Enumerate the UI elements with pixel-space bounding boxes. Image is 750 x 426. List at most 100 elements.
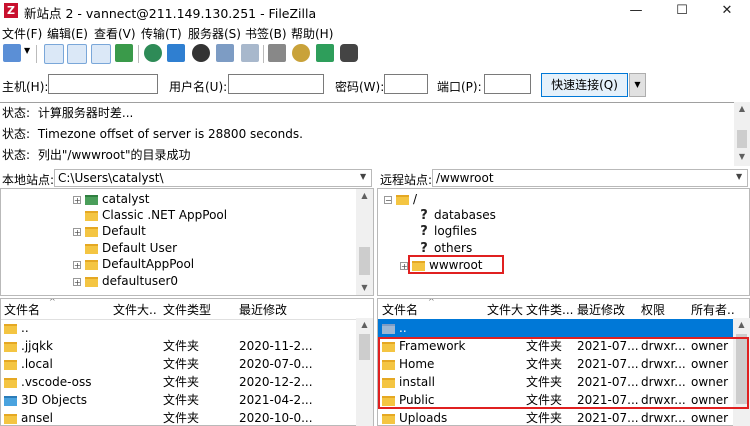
file-name-cell: ansel: [4, 409, 109, 425]
menu-bookmarks[interactable]: 书签(B): [245, 25, 287, 42]
message-log: 状态: 计算服务器时差... 状态: Timezone offset of se…: [0, 102, 734, 167]
scrollbar-thumb[interactable]: [359, 334, 370, 360]
tree-item[interactable]: ? logfiles: [418, 223, 477, 239]
column-header-permissions[interactable]: 权限: [641, 301, 681, 318]
file-modified: 2021-04-2...: [239, 393, 313, 407]
table-row[interactable]: ..: [1, 319, 357, 337]
collapse-icon[interactable]: −: [384, 195, 392, 204]
password-label: 密码(W):: [335, 80, 385, 94]
menu-help[interactable]: 帮助(H): [291, 25, 333, 42]
table-row[interactable]: .local 文件夹 2020-07-0...: [1, 355, 357, 373]
folder-icon: [396, 194, 409, 205]
column-header-owner[interactable]: 所有者...: [691, 301, 735, 318]
scroll-down-icon[interactable]: ▼: [734, 152, 750, 161]
remote-path-dropdown-icon[interactable]: ▼: [736, 172, 742, 181]
scrollbar-thumb[interactable]: [359, 247, 370, 275]
toggle-local-tree-icon[interactable]: [67, 44, 87, 64]
disconnect-icon[interactable]: [216, 44, 234, 62]
tree-item[interactable]: ? databases: [418, 207, 496, 223]
column-header-type[interactable]: 文件类...: [526, 301, 574, 318]
folder-icon: [85, 276, 98, 287]
menu-edit[interactable]: 编辑(E): [47, 25, 88, 42]
local-path-dropdown-icon[interactable]: ▼: [360, 172, 366, 181]
local-path-input[interactable]: C:\Users\catalyst\: [54, 169, 372, 187]
quickconnect-button[interactable]: 快速连接(Q): [541, 73, 628, 97]
log-label: 状态:: [2, 106, 31, 120]
scrollbar-thumb[interactable]: [737, 130, 747, 148]
unknown-folder-icon: ?: [420, 208, 428, 223]
filter-icon[interactable]: [268, 44, 286, 62]
reconnect-icon[interactable]: [241, 44, 259, 62]
table-row[interactable]: 3D Objects 文件夹 2021-04-2...: [1, 391, 357, 409]
file-name: 3D Objects: [21, 393, 88, 407]
toggle-queue-icon[interactable]: [115, 44, 133, 62]
port-input[interactable]: [484, 74, 531, 94]
remote-path-input[interactable]: /wwwroot: [432, 169, 748, 187]
table-row[interactable]: Uploads 文件夹 2021-07...drwxr... owner ...: [378, 409, 734, 425]
tree-item[interactable]: + defaultuser0: [73, 273, 178, 289]
column-header-size[interactable]: 文件大...: [487, 301, 523, 318]
scroll-up-icon[interactable]: ▲: [356, 320, 373, 329]
table-row[interactable]: .vscode-oss 文件夹 2020-12-2...: [1, 373, 357, 391]
expand-icon[interactable]: +: [73, 227, 81, 236]
toggle-log-icon[interactable]: [44, 44, 64, 64]
scroll-up-icon[interactable]: ▲: [734, 104, 750, 113]
expand-icon[interactable]: +: [73, 260, 81, 269]
close-button[interactable]: ✕: [704, 0, 750, 22]
expand-icon[interactable]: +: [73, 277, 81, 286]
menu-file[interactable]: 文件(F): [2, 25, 42, 42]
sort-ascending-icon: ^: [49, 298, 56, 306]
log-scrollbar[interactable]: ▲ ▼: [734, 102, 750, 166]
tree-item[interactable]: + Default: [73, 223, 146, 239]
column-header-size[interactable]: 文件大...: [113, 301, 157, 318]
folder-icon: [85, 226, 98, 237]
refresh-icon[interactable]: [144, 44, 162, 62]
scroll-up-icon[interactable]: ▲: [356, 191, 373, 200]
compare-icon[interactable]: [292, 44, 310, 62]
tree-item[interactable]: + DefaultAppPool: [73, 256, 194, 272]
user-input[interactable]: [228, 74, 324, 94]
host-input[interactable]: [48, 74, 158, 94]
table-row[interactable]: .jjqkk 文件夹 2020-11-2...: [1, 337, 357, 355]
password-input[interactable]: [384, 74, 428, 94]
remote-site-label: 远程站点:: [380, 173, 433, 187]
highlight-box-wwwroot: [408, 255, 504, 274]
column-header-modified[interactable]: 最近修改: [577, 301, 637, 318]
tree-item[interactable]: ? others: [418, 240, 472, 256]
cancel-icon[interactable]: [192, 44, 210, 62]
menu-transfer[interactable]: 传输(T): [141, 25, 182, 42]
tree-item-label: defaultuser0: [102, 274, 179, 288]
menu-server[interactable]: 服务器(S): [188, 25, 241, 42]
site-manager-icon[interactable]: [3, 44, 21, 62]
menu-view[interactable]: 查看(V): [94, 25, 136, 42]
file-modified: 2021-07...: [577, 411, 639, 425]
toggle-remote-tree-icon[interactable]: [91, 44, 111, 64]
table-row[interactable]: ..: [378, 319, 734, 337]
tree-item[interactable]: + catalyst: [73, 191, 149, 207]
toolbar-separator: [36, 45, 37, 63]
column-header-type[interactable]: 文件类型: [163, 301, 231, 318]
expand-icon[interactable]: +: [73, 195, 81, 204]
log-text: 列出"/wwwroot"的目录成功: [37, 148, 191, 162]
local-tree-scrollbar[interactable]: ▲ ▼: [356, 189, 373, 295]
scroll-down-icon[interactable]: ▼: [356, 283, 373, 292]
table-row[interactable]: ansel 文件夹 2020-10-0...: [1, 409, 357, 425]
local-list-scrollbar[interactable]: ▲: [356, 318, 373, 426]
tree-item[interactable]: Classic .NET AppPool: [73, 207, 227, 223]
file-perms: drwxr...: [641, 411, 686, 425]
process-queue-icon[interactable]: [167, 44, 185, 62]
file-name: Uploads: [399, 411, 448, 425]
tree-item[interactable]: − /: [384, 191, 417, 207]
user-folder-icon: [85, 194, 98, 205]
minimize-button[interactable]: —: [613, 0, 659, 22]
scroll-up-icon[interactable]: ▲: [733, 320, 750, 329]
expand-icon[interactable]: +: [400, 261, 408, 270]
maximize-button[interactable]: ☐: [659, 0, 705, 22]
quickconnect-history-dropdown[interactable]: ▼: [629, 73, 646, 97]
sync-browse-icon[interactable]: [316, 44, 334, 62]
site-manager-dropdown-icon[interactable]: ▼: [24, 46, 30, 55]
column-header-modified[interactable]: 最近修改: [239, 301, 349, 318]
column-header-name[interactable]: 文件名: [4, 301, 109, 318]
search-icon[interactable]: [340, 44, 358, 62]
tree-item[interactable]: Default User: [73, 240, 177, 256]
